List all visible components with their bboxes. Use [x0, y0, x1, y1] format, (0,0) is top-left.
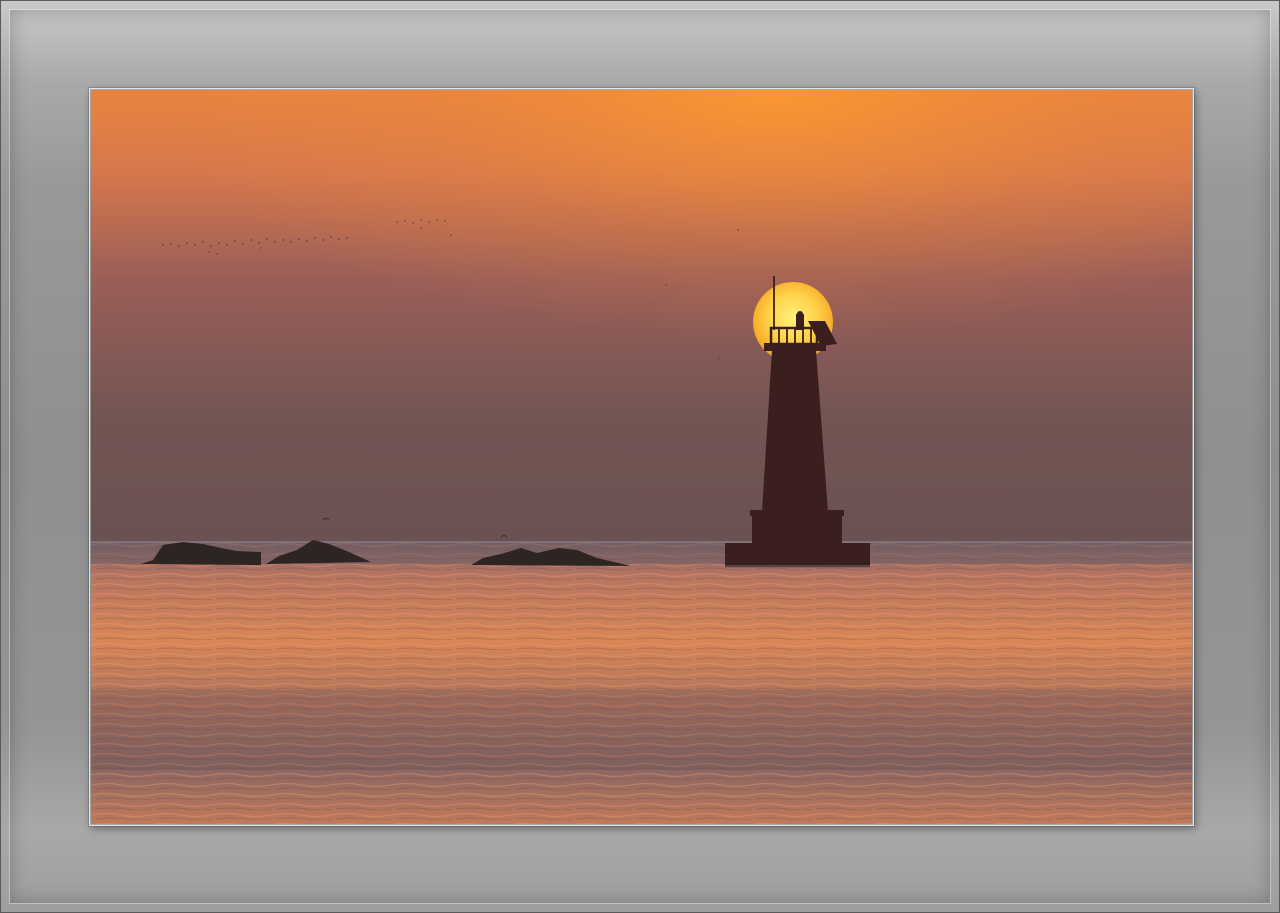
- photo-mat: [89, 88, 1194, 826]
- sunset-lighthouse-photo: [91, 90, 1192, 824]
- picture-frame: [0, 0, 1280, 913]
- sea-ripples: [91, 542, 1192, 824]
- sky-glow: [91, 90, 1192, 542]
